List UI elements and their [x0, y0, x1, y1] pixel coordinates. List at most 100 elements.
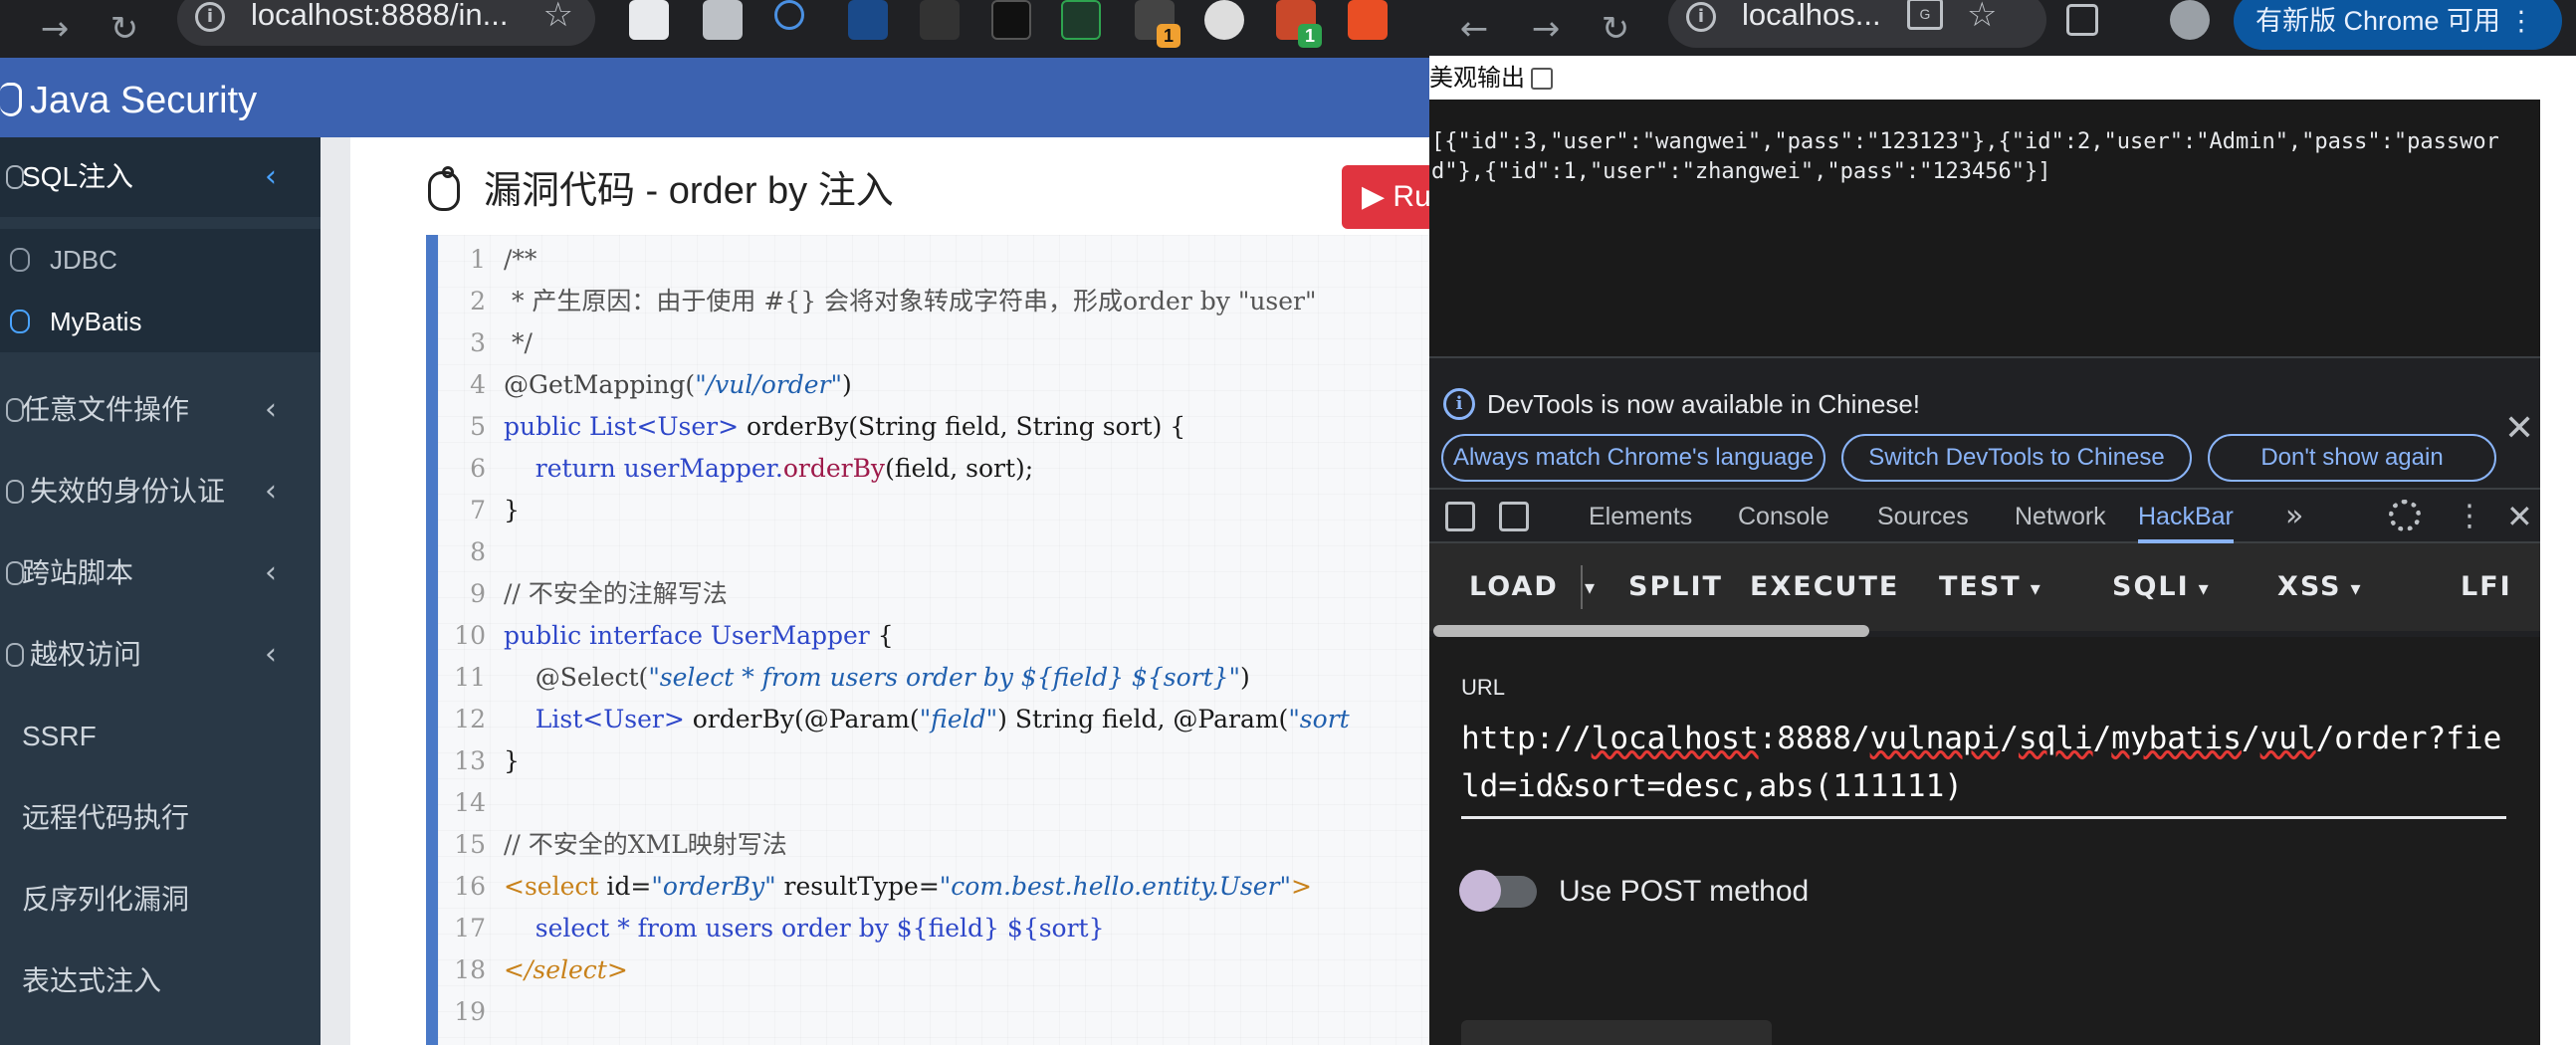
devtools-language-banner: i DevTools is now available in Chinese! …: [1429, 356, 2540, 486]
sidebar-item-rce[interactable]: 远程代码执行: [0, 778, 321, 858]
extension-h-icon[interactable]: [991, 0, 1031, 40]
code-line: 13}: [454, 746, 520, 775]
pretty-print-bar: 美观输出: [1429, 56, 2540, 100]
kebab-menu-icon[interactable]: ⋮: [2455, 490, 2484, 543]
reload-icon[interactable]: ↻: [1591, 0, 1640, 58]
tab-console[interactable]: Console: [1738, 490, 1829, 543]
always-match-language-button[interactable]: Always match Chrome's language: [1441, 434, 1825, 482]
code-line: 1/**: [470, 245, 537, 274]
device-toolbar-icon[interactable]: [1499, 502, 1529, 531]
sidebar-item-file-operation[interactable]: 任意文件操作 ‹: [0, 370, 321, 450]
sidebar-subitem-jdbc[interactable]: JDBC: [0, 229, 321, 291]
switch-to-chinese-button[interactable]: Switch DevTools to Chinese: [1841, 434, 2192, 482]
chevron-left-icon: ‹: [265, 159, 277, 194]
toggle-knob: [1459, 870, 1501, 912]
extension-badge-2-icon[interactable]: 1: [1276, 0, 1322, 48]
tab-elements[interactable]: Elements: [1589, 490, 1692, 543]
sidebar-item-xss[interactable]: 跨站脚本 ‹: [0, 533, 321, 613]
info-icon: i: [1443, 388, 1475, 420]
code-line: 4 @GetMapping("/vul/order"): [470, 370, 852, 399]
extension-hat-icon[interactable]: [920, 0, 960, 40]
sidebar-item-idor[interactable]: 越权访问 ‹: [0, 615, 321, 695]
profile-avatar[interactable]: [2170, 0, 2210, 40]
hackbar-execute-button[interactable]: EXECUTE: [1750, 543, 1899, 631]
address-bar[interactable]: i localhost:8888/in... ☆: [177, 0, 595, 46]
post-method-toggle[interactable]: [1459, 870, 1537, 912]
extension-dots-icon[interactable]: [1204, 0, 1244, 40]
extension-badge: 1: [1298, 24, 1322, 48]
hackbar-body: URL http://localhost:8888/vulnapi/sqli/m…: [1429, 637, 2540, 1045]
sidebar-item-deserialization[interactable]: 反序列化漏洞: [0, 860, 321, 940]
site-info-icon[interactable]: i: [195, 2, 225, 32]
extensions-puzzle-icon[interactable]: [2066, 4, 2098, 36]
sidebar-item-sql-injection[interactable]: SQL注入 ‹: [0, 137, 321, 217]
kebab-menu-icon: ⋮: [2500, 6, 2535, 36]
post-method-label: Use POST method: [1559, 875, 1810, 908]
tab-hackbar[interactable]: HackBar: [2138, 490, 2234, 543]
hackbar-next-field[interactable]: [1461, 1020, 1772, 1045]
reload-icon[interactable]: ↻: [100, 0, 149, 58]
hackbar-load-button[interactable]: LOAD: [1469, 543, 1559, 631]
browser-toolbar: ← → ↻ i localhos... G ☆ 有新版 Chrome 可用 ⋮: [1429, 0, 2576, 56]
caret-down-icon: ▾: [2021, 576, 2042, 600]
bookmark-star-icon[interactable]: ☆: [543, 0, 573, 36]
extension-badge-1-icon[interactable]: 1: [1135, 0, 1181, 48]
code-line: 3 */: [470, 328, 533, 357]
hackbar-sqli-menu[interactable]: SQLI ▾: [2112, 543, 2211, 631]
extension-pin-icon[interactable]: [774, 0, 804, 30]
more-tabs-icon[interactable]: »: [2285, 490, 2303, 543]
caret-down-icon: ▾: [2341, 576, 2363, 600]
run-button[interactable]: ▶ Ru: [1342, 165, 1429, 229]
devtools-tab-bar: Elements Console Sources Network HackBar…: [1429, 488, 2540, 543]
site-info-icon[interactable]: i: [1686, 2, 1716, 32]
panel-title: 漏洞代码 - order by 注入: [484, 170, 894, 212]
chrome-update-button[interactable]: 有新版 Chrome 可用 ⋮: [2234, 0, 2562, 50]
extension-shield-icon[interactable]: [1061, 0, 1101, 40]
extension-eye-icon[interactable]: [848, 0, 888, 40]
sidebar-item-expression-injection[interactable]: 表达式注入: [0, 941, 321, 1021]
bookmark-star-icon[interactable]: ☆: [1967, 0, 1997, 36]
tab-sources[interactable]: Sources: [1877, 490, 1969, 543]
code-line: 19: [454, 997, 486, 1026]
load-dropdown-caret-icon[interactable]: ▾: [1585, 543, 1597, 631]
left-browser-window: → ↻ i localhost:8888/in... ☆ 1 1 Java Se…: [0, 0, 1429, 1045]
settings-gear-icon[interactable]: [2389, 500, 2421, 531]
app-logo-icon: [0, 83, 22, 116]
chevron-left-icon: ‹: [265, 474, 277, 509]
code-line: 15// 不安全的XML映射写法: [454, 830, 787, 859]
dont-show-again-button[interactable]: Don't show again: [2208, 434, 2496, 482]
close-icon[interactable]: ✕: [2504, 408, 2534, 449]
hackbar-split-button[interactable]: SPLIT: [1628, 543, 1723, 631]
tab-network[interactable]: Network: [2015, 490, 2106, 543]
sidebar-item-ssrf[interactable]: SSRF: [0, 697, 321, 776]
forward-icon[interactable]: →: [30, 0, 80, 58]
hackbar-horizontal-scrollbar[interactable]: [1433, 625, 1869, 637]
sidebar-item-broken-auth[interactable]: 失效的身份认证 ‹: [0, 452, 321, 531]
close-devtools-icon[interactable]: ✕: [2506, 490, 2533, 543]
toolbar-separator: [1581, 565, 1583, 609]
pretty-print-checkbox[interactable]: [1531, 68, 1553, 90]
url-input[interactable]: http://localhost:8888/vulnapi/sqli/mybat…: [1461, 715, 2506, 819]
back-icon[interactable]: ←: [1449, 0, 1499, 58]
app-title[interactable]: Java Security: [0, 58, 257, 137]
bug-icon: [428, 166, 460, 211]
sidebar-subitem-mybatis[interactable]: MyBatis: [0, 291, 321, 352]
right-browser-window: ← → ↻ i localhos... G ☆ 有新版 Chrome 可用 ⋮ …: [1429, 0, 2576, 1045]
chevron-left-icon: ‹: [265, 392, 277, 427]
inspect-element-icon[interactable]: [1445, 502, 1475, 531]
forward-icon[interactable]: →: [1521, 0, 1571, 58]
extension-translate-icon[interactable]: [1348, 0, 1388, 40]
extension-grid-icon[interactable]: [703, 0, 743, 40]
code-line: 10 public interface UserMapper {: [454, 621, 894, 650]
page-scrollbar[interactable]: [2540, 56, 2576, 1045]
address-bar[interactable]: i localhos... G ☆: [1668, 0, 2046, 48]
access-icon: [6, 643, 24, 667]
hackbar-xss-menu[interactable]: XSS ▾: [2277, 543, 2363, 631]
hackbar-test-menu[interactable]: TEST ▾: [1939, 543, 2042, 631]
translate-icon[interactable]: G: [1907, 0, 1943, 30]
code-line: 14: [454, 788, 486, 817]
code-line: 8: [470, 537, 486, 566]
hackbar-lfi-menu[interactable]: LFI: [2461, 543, 2512, 631]
chevron-left-icon: ‹: [265, 555, 277, 590]
extension-pen-icon[interactable]: [629, 0, 669, 40]
